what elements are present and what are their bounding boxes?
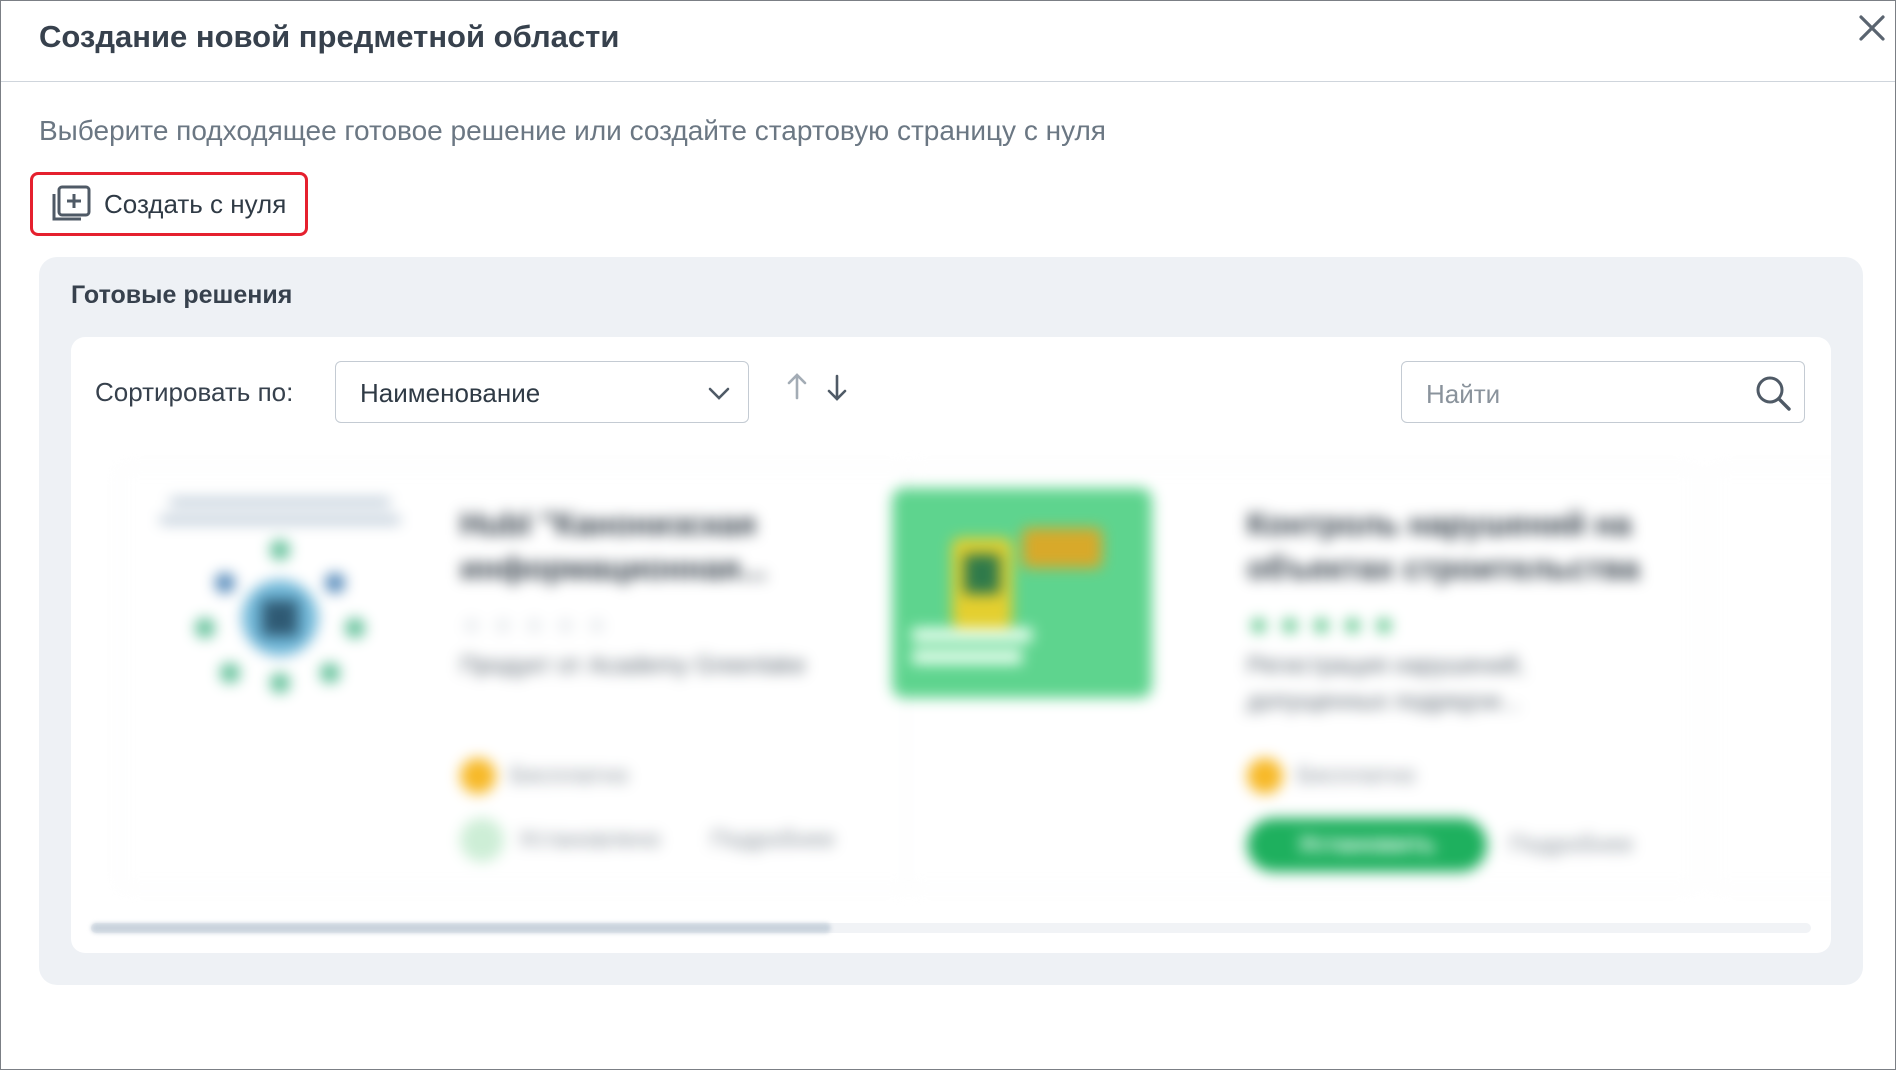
search-box	[1401, 361, 1805, 423]
chevron-down-icon	[708, 387, 730, 400]
dialog-header: Создание новой предметной области	[1, 1, 1895, 82]
dialog-title: Создание новой предметной области	[39, 19, 620, 54]
sort-label: Сортировать по:	[95, 377, 294, 407]
solution-cards-blurred: Hubl "Канонизская информационная... ★★★★…	[71, 467, 1831, 889]
close-icon[interactable]	[1853, 9, 1891, 47]
solution-description: Регистрация нарушений, допущенных подряд…	[1247, 652, 1525, 715]
scrollbar-thumb[interactable]	[91, 923, 831, 933]
sort-dropdown[interactable]: Наименование	[335, 361, 749, 423]
horizontal-scrollbar[interactable]	[91, 923, 1811, 933]
solution-actions: Установлено Подробнее	[460, 818, 835, 862]
rating-stars: ★★★★★	[460, 610, 617, 640]
solution-price: Бесплатно	[1247, 758, 1416, 794]
solution-title: Контроль нарушений на объектах строитель…	[1247, 506, 1640, 586]
create-from-scratch-button[interactable]: Создать с нуля	[30, 172, 308, 236]
rating-stars: ★★★★★	[1247, 610, 1404, 640]
search-input[interactable]	[1424, 376, 1728, 412]
solutions-catalog: Сортировать по: Наименование Найти Hubl …	[71, 337, 1831, 953]
solution-card[interactable]: Контроль нарушений на объектах строитель…	[892, 467, 1698, 889]
create-from-scratch-label: Создать с нуля	[104, 188, 287, 219]
solution-description: Продукт от Academy Greenlake	[460, 652, 806, 679]
ready-solutions-title: Готовые решения	[71, 281, 293, 309]
sort-descending-icon[interactable]	[825, 373, 849, 403]
sort-selected-value: Наименование	[360, 378, 541, 408]
search-icon[interactable]	[1754, 374, 1792, 412]
create-domain-dialog: Создание новой предметной области Выбери…	[0, 0, 1896, 1070]
ready-solutions-panel: Готовые решения Сортировать по: Наименов…	[39, 257, 1863, 985]
solution-price: Бесплатно	[460, 758, 629, 794]
dialog-subtitle: Выберите подходящее готовое решение или …	[39, 115, 1106, 146]
solution-thumbnail	[892, 488, 1152, 698]
solution-card[interactable]	[1711, 467, 1831, 889]
solution-title: Hubl "Канонизская информационная...	[460, 506, 767, 586]
sort-ascending-icon[interactable]	[785, 371, 809, 401]
add-page-icon	[52, 185, 91, 221]
solution-card[interactable]: Hubl "Канонизская информационная... ★★★★…	[119, 467, 911, 889]
solution-thumbnail	[160, 498, 400, 693]
solution-actions: Установить Подробнее	[1247, 818, 1633, 872]
